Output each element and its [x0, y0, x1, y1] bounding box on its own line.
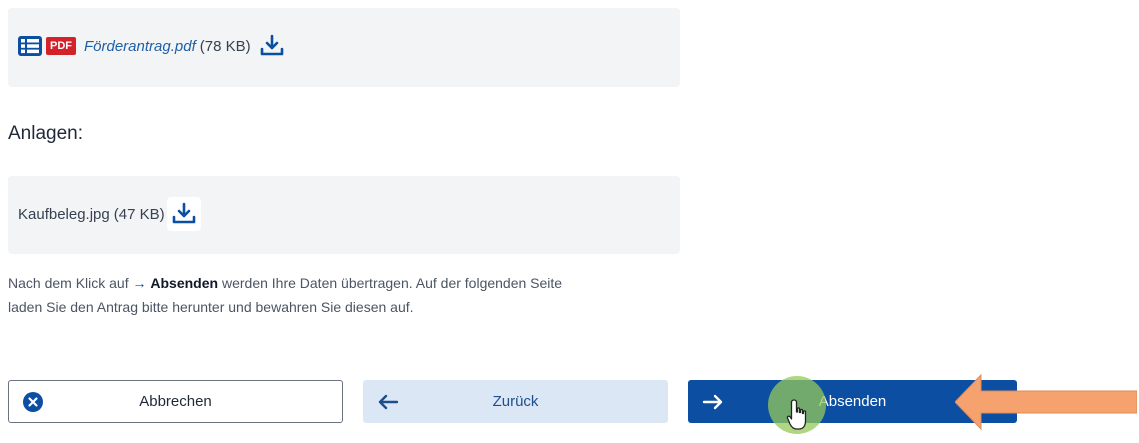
download-icon — [260, 34, 283, 56]
arrow-right-icon — [702, 393, 724, 411]
attachments-heading: Anlagen: — [8, 123, 84, 144]
pdf-icon: PDF — [46, 37, 76, 55]
cancel-label: Abbrechen — [139, 393, 212, 410]
form-file-size: (78 KB) — [199, 37, 251, 55]
hand-cursor-icon — [786, 399, 807, 430]
close-icon — [23, 391, 43, 412]
form-file-link[interactable]: Förderantrag.pdf — [84, 38, 196, 55]
info-prefix: Nach dem Klick auf — [8, 275, 129, 291]
attachment-download-button[interactable] — [166, 197, 201, 231]
submit-label: Absenden — [818, 393, 887, 410]
list-icon — [18, 36, 42, 56]
attachment-filename: Kaufbeleg.jpg — [18, 205, 110, 223]
back-button[interactable]: Zurück — [363, 380, 668, 423]
back-label: Zurück — [492, 393, 539, 410]
form-download-button[interactable] — [257, 31, 287, 61]
arrow-right-icon: → — [132, 275, 147, 291]
attachment-size: (47 KB) — [113, 205, 165, 223]
download-icon — [172, 202, 195, 224]
submit-info-text: Nach dem Klick auf → Absenden werden Ihr… — [8, 271, 708, 319]
info-action: Absenden — [150, 275, 219, 291]
form-file-row: PDF Förderantrag.pdf (78 KB) — [18, 33, 287, 59]
info-line1-suffix: werden Ihre Daten übertragen. Auf der fo… — [221, 275, 563, 291]
attachment-row: Kaufbeleg.jpg (47 KB) — [18, 197, 201, 231]
info-line2: laden Sie den Antrag bitte herunter und … — [8, 299, 414, 315]
cancel-button[interactable]: Abbrechen — [8, 380, 343, 423]
arrow-left-icon — [377, 393, 399, 411]
annotation-arrow — [955, 373, 1137, 431]
